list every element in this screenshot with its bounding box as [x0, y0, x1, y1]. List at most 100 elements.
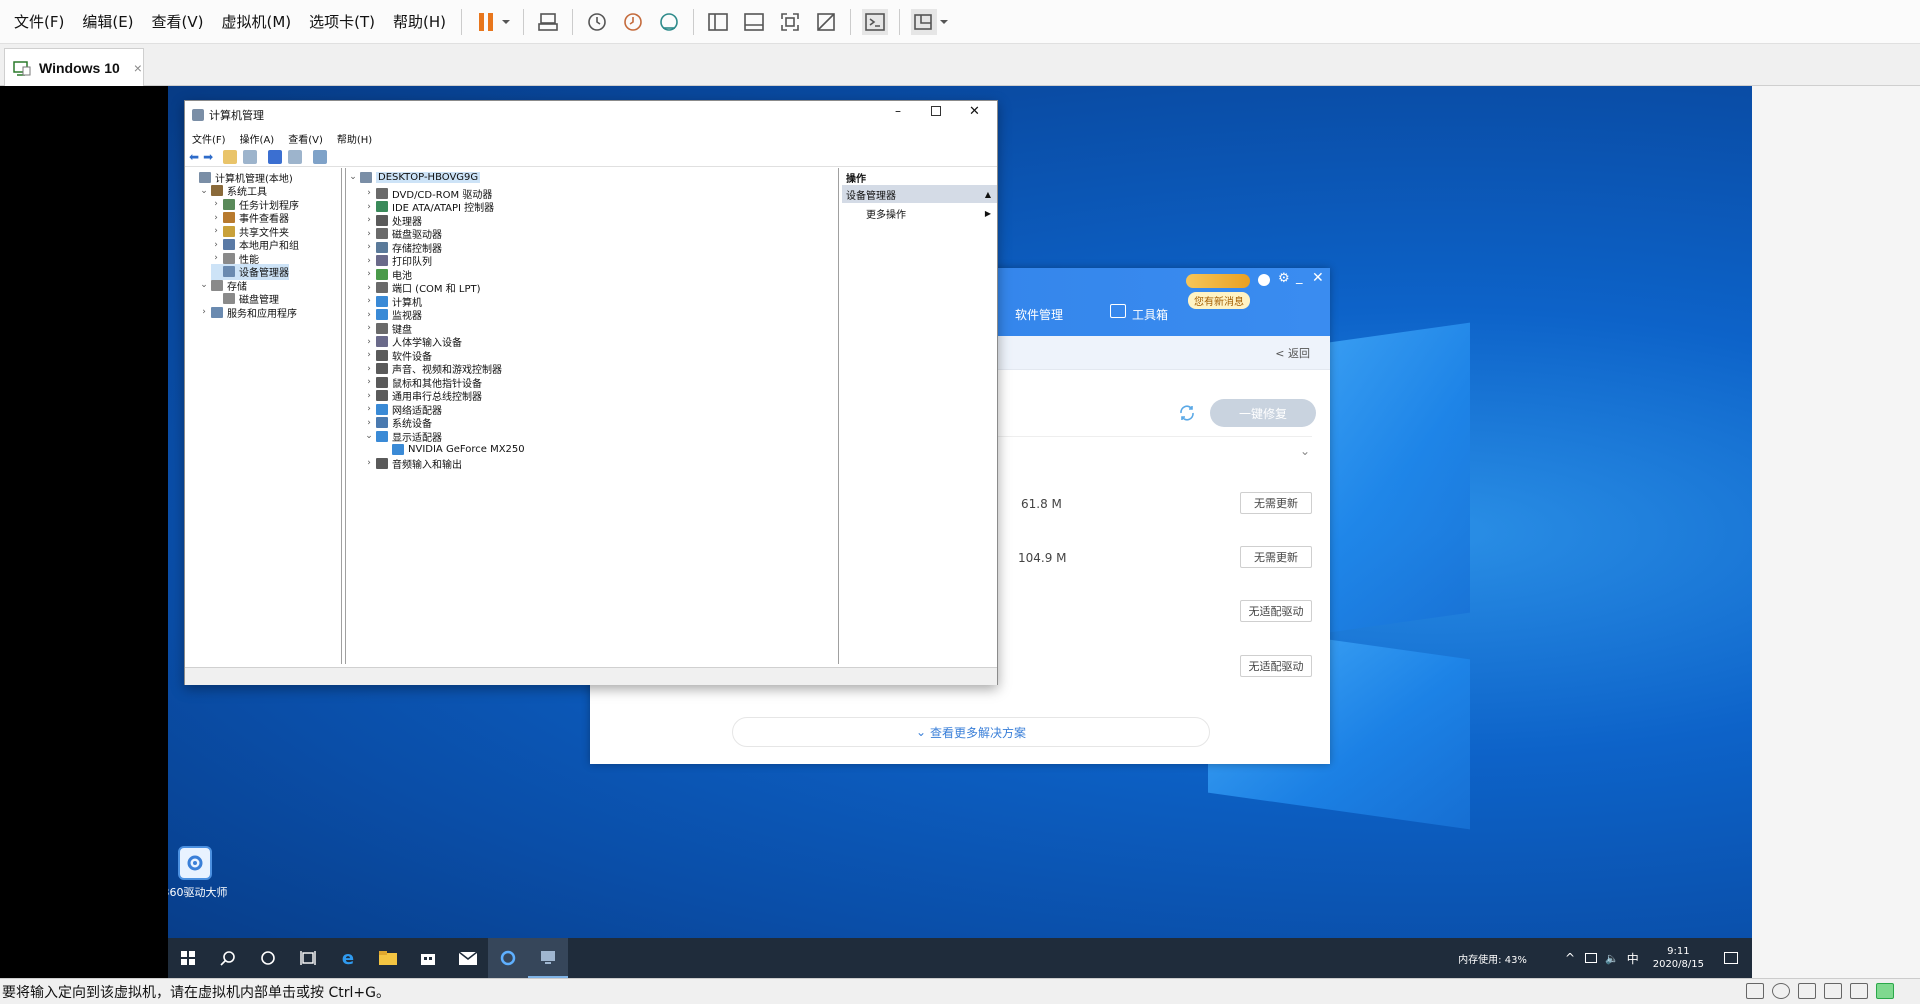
chevron-right-icon[interactable]: ›	[364, 188, 374, 198]
refresh-icon[interactable]	[1178, 404, 1196, 422]
actions-section-device-manager[interactable]: 设备管理器 ▲	[842, 185, 997, 203]
window-titlebar[interactable]: 计算机管理 – ✕	[185, 101, 997, 129]
chevron-right-icon[interactable]: ›	[364, 242, 374, 252]
menu-view[interactable]: 查看(V)	[281, 131, 330, 146]
chevron-right-icon[interactable]: ›	[364, 256, 374, 266]
chevron-down-icon[interactable]: ⌄	[1300, 444, 1310, 458]
store-icon[interactable]	[408, 938, 448, 978]
snapshot-manager-icon[interactable]	[656, 9, 682, 35]
device-tree-root[interactable]: ⌄ DESKTOP-HBOVG9G	[348, 169, 481, 185]
close-icon[interactable]: ✕	[1312, 270, 1324, 286]
vm-display[interactable]: 360驱动大师 软件管理 工具箱 您有新消息 ⚙ _ ✕ < 返回 一键修复 ⌄…	[0, 86, 1920, 978]
minimize-icon[interactable]: –	[895, 104, 901, 118]
collapse-icon[interactable]: ▲	[985, 190, 991, 199]
chevron-right-icon[interactable]: ›	[199, 307, 209, 317]
chevron-right-icon[interactable]: ›	[364, 202, 374, 212]
back-link[interactable]: < 返回	[1275, 345, 1310, 361]
chevron-right-icon[interactable]: ›	[364, 323, 374, 333]
more-solutions-button[interactable]: ⌄ 查看更多解决方案	[732, 717, 1210, 747]
actions-more[interactable]: 更多操作 ▶	[842, 204, 997, 222]
chevron-right-icon[interactable]: ›	[364, 377, 374, 387]
snapshot-icon[interactable]	[584, 9, 610, 35]
chevron-right-icon[interactable]: ›	[364, 310, 374, 320]
device-category[interactable]: › 音频输入和输出	[364, 455, 462, 471]
search-icon[interactable]	[208, 938, 248, 978]
chevron-right-icon[interactable]: ›	[211, 213, 221, 223]
chevron-right-icon[interactable]: ›	[211, 199, 221, 209]
chevron-right-icon[interactable]: ›	[364, 283, 374, 293]
no-driver-button[interactable]: 无适配驱动	[1240, 655, 1312, 677]
computer-management-window[interactable]: 计算机管理 – ✕ 文件(F) 操作(A) 查看(V) 帮助(H) ⬅ ➡ 计算	[184, 100, 998, 685]
message-icon[interactable]	[1876, 983, 1894, 999]
chevron-right-icon[interactable]: ›	[364, 296, 374, 306]
chevron-right-icon[interactable]: ›	[364, 229, 374, 239]
chevron-right-icon[interactable]: ›	[364, 391, 374, 401]
no-update-button[interactable]: 无需更新	[1240, 546, 1312, 568]
network-adapter-icon[interactable]	[1798, 983, 1816, 999]
tab-windows-10[interactable]: Windows 10 ×	[4, 48, 144, 86]
stretch-icon[interactable]	[911, 8, 938, 35]
cd-rom-icon[interactable]	[1772, 983, 1790, 999]
hard-disk-icon[interactable]	[1746, 983, 1764, 999]
menu-file[interactable]: 文件(F)	[0, 0, 73, 44]
chevron-down-icon[interactable]: ⌄	[364, 431, 374, 441]
console-tree[interactable]: 计算机管理(本地) ⌄ 系统工具 › 任务计划程序 › 事件查看器 › 共享文件夹 › 本地用户和组…	[185, 168, 342, 664]
chevron-down-icon[interactable]	[500, 9, 512, 35]
no-update-button[interactable]: 无需更新	[1240, 492, 1312, 514]
network-icon[interactable]	[1585, 953, 1597, 963]
chevron-down-icon[interactable]: ⌄	[348, 172, 358, 182]
chevron-right-icon[interactable]: ›	[364, 364, 374, 374]
device-tree[interactable]: ⌄ DESKTOP-HBOVG9G › DVD/CD-ROM 驱动器 › IDE ATA/…	[345, 168, 839, 664]
menu-action[interactable]: 操作(A)	[233, 131, 282, 146]
menu-vm[interactable]: 虚拟机(M)	[213, 0, 301, 44]
chevron-down-icon[interactable]: ⌄	[199, 280, 209, 290]
sound-icon[interactable]	[1850, 983, 1868, 999]
menu-view[interactable]: 查看(V)	[143, 0, 213, 44]
pause-icon[interactable]	[473, 9, 499, 35]
chevron-right-icon[interactable]: ›	[364, 215, 374, 225]
chevron-right-icon[interactable]: ›	[211, 226, 221, 236]
fullscreen-icon[interactable]	[777, 9, 803, 35]
cortana-icon[interactable]	[248, 938, 288, 978]
monitor-icon[interactable]	[313, 149, 328, 164]
minimize-icon[interactable]: _	[1296, 270, 1303, 285]
settings-icon[interactable]: ⚙	[1278, 271, 1290, 286]
ime-indicator[interactable]: 中	[1627, 950, 1639, 967]
maximize-icon[interactable]	[931, 106, 941, 116]
volume-icon[interactable]: 🔈	[1605, 952, 1619, 965]
clock[interactable]: 9:11 2020/8/15	[1653, 945, 1704, 971]
unity-icon[interactable]	[813, 9, 839, 35]
chevron-right-icon[interactable]: ›	[364, 337, 374, 347]
tab-software-manage[interactable]: 软件管理	[1015, 306, 1063, 323]
new-message-badge[interactable]: 您有新消息	[1188, 292, 1250, 309]
close-icon[interactable]: ×	[134, 60, 142, 76]
menu-help[interactable]: 帮助(H)	[330, 131, 379, 146]
desktop-icon-360-driver[interactable]: 360驱动大师	[168, 846, 230, 900]
sidebar-toggle-icon[interactable]	[705, 9, 731, 35]
chevron-right-icon[interactable]: ›	[364, 269, 374, 279]
close-icon[interactable]: ✕	[969, 104, 980, 119]
show-hide-tree-icon[interactable]	[243, 149, 258, 164]
folder-up-icon[interactable]	[223, 149, 238, 164]
mail-icon[interactable]	[448, 938, 488, 978]
chevron-right-icon[interactable]: ›	[364, 418, 374, 428]
menu-tabs[interactable]: 选项卡(T)	[300, 0, 384, 44]
task-view-icon[interactable]	[288, 938, 328, 978]
help-icon[interactable]	[268, 149, 283, 164]
thumbnail-bar-icon[interactable]	[741, 9, 767, 35]
chevron-right-icon[interactable]: ›	[211, 240, 221, 250]
chevron-right-icon[interactable]: ›	[211, 253, 221, 263]
guest-desktop[interactable]: 360驱动大师 软件管理 工具箱 您有新消息 ⚙ _ ✕ < 返回 一键修复 ⌄…	[168, 86, 1752, 978]
one-click-fix-button[interactable]: 一键修复	[1210, 399, 1316, 427]
edge-browser-icon[interactable]: e	[328, 938, 368, 978]
printer-icon[interactable]	[1824, 983, 1842, 999]
chevron-right-icon[interactable]: ›	[364, 458, 374, 468]
send-ctrl-alt-del-icon[interactable]	[535, 9, 561, 35]
properties-icon[interactable]	[288, 149, 303, 164]
file-explorer-icon[interactable]	[368, 938, 408, 978]
tab-toolbox[interactable]: 工具箱	[1132, 306, 1168, 323]
start-windows-icon[interactable]	[168, 938, 208, 978]
menu-help[interactable]: 帮助(H)	[384, 0, 455, 44]
no-driver-button[interactable]: 无适配驱动	[1240, 600, 1312, 622]
forward-arrow-icon[interactable]: ➡	[203, 150, 213, 164]
